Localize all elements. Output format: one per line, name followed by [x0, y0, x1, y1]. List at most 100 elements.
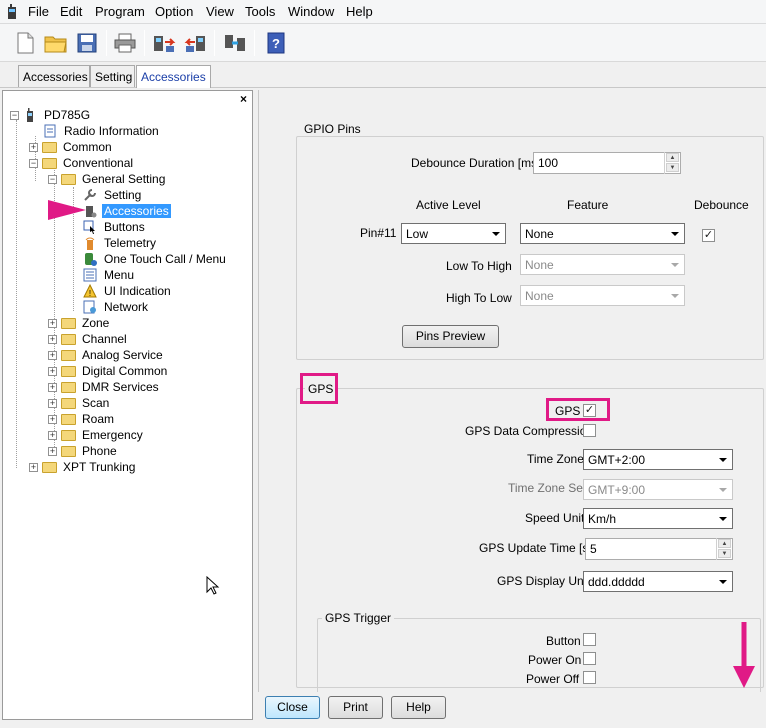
tree-label: Phone — [82, 444, 117, 458]
time-zone-set-select[interactable]: GMT+9:00 — [583, 479, 733, 500]
expand-icon[interactable]: + — [48, 430, 57, 440]
tab-accessories-active[interactable]: Accessories — [136, 65, 211, 88]
expand-icon[interactable]: + — [48, 414, 57, 424]
help-dialog-button[interactable]: Help — [391, 696, 446, 719]
tree-item-accessories[interactable]: Accessories — [82, 203, 171, 219]
menu-option[interactable]: Option — [155, 4, 193, 19]
gps-display-unit-value: ddd.ddddd — [588, 575, 645, 589]
tree-item-root[interactable]: − PD785G — [10, 107, 92, 123]
trigger-power-on-checkbox[interactable] — [583, 652, 596, 665]
phone-call-icon — [82, 252, 98, 266]
low-to-high-value: None — [525, 258, 554, 272]
open-button[interactable] — [41, 28, 71, 58]
tree-item-scan[interactable]: + Scan — [48, 395, 111, 411]
collapse-icon[interactable]: − — [29, 158, 38, 168]
tree-item-xpt-trunking[interactable]: + XPT Trunking — [29, 459, 137, 475]
collapse-icon[interactable]: − — [48, 174, 57, 184]
save-button[interactable] — [72, 28, 102, 58]
debounce-duration-input[interactable]: 100 — [533, 152, 681, 174]
read-radio-button[interactable] — [149, 28, 179, 58]
tree-close-icon[interactable]: × — [240, 92, 247, 106]
debounce-checkbox[interactable]: ✓ — [702, 229, 715, 242]
active-level-select[interactable]: Low — [401, 223, 506, 244]
pin11-label: Pin#11 — [360, 226, 397, 240]
tree-item-roam[interactable]: + Roam — [48, 411, 116, 427]
tree-item-buttons[interactable]: Buttons — [82, 219, 147, 235]
gps-compression-checkbox[interactable] — [583, 424, 596, 437]
close-button[interactable]: Close — [265, 696, 320, 719]
expand-icon[interactable]: + — [48, 366, 57, 376]
help-button[interactable]: ? — [261, 28, 291, 58]
menu-program[interactable]: Program — [95, 4, 145, 19]
tree-item-common[interactable]: + Common — [29, 139, 114, 155]
new-button[interactable] — [10, 28, 40, 58]
menu-tools[interactable]: Tools — [245, 4, 275, 19]
tree-item-radio-information[interactable]: Radio Information — [42, 123, 161, 139]
menu-window[interactable]: Window — [288, 4, 334, 19]
expand-icon[interactable]: + — [29, 142, 38, 152]
gps-compression-label: GPS Data Compression — [465, 424, 594, 438]
tab-accessories-1[interactable]: Accessories — [18, 65, 90, 87]
gps-display-unit-select[interactable]: ddd.ddddd — [583, 571, 733, 592]
pins-preview-button[interactable]: Pins Preview — [402, 325, 499, 348]
tree-item-zone[interactable]: + Zone — [48, 315, 111, 331]
trigger-power-on-label: Power On — [528, 653, 582, 667]
tree-item-network[interactable]: Network — [82, 299, 150, 315]
menu-view[interactable]: View — [206, 4, 234, 19]
tree-label: Setting — [104, 188, 142, 202]
spin-down-icon[interactable]: ▼ — [718, 549, 731, 558]
time-zone-select[interactable]: GMT+2:00 — [583, 449, 733, 470]
tree-item-conventional[interactable]: − Conventional — [29, 155, 135, 171]
print-button[interactable]: Print — [328, 696, 383, 719]
clone-button[interactable] — [220, 28, 250, 58]
tree-label: Scan — [82, 396, 110, 410]
debounce-spinner[interactable]: ▲ ▼ — [664, 152, 680, 174]
mouse-cursor-icon — [206, 576, 220, 595]
menu-edit[interactable]: Edit — [60, 4, 82, 19]
speed-unit-select[interactable]: Km/h — [583, 508, 733, 529]
tree-item-emergency[interactable]: + Emergency — [48, 427, 145, 443]
tree-item-menu[interactable]: Menu — [82, 267, 136, 283]
expand-icon[interactable]: + — [48, 398, 57, 408]
spin-down-icon[interactable]: ▼ — [666, 163, 679, 172]
spin-up-icon[interactable]: ▲ — [666, 153, 679, 162]
trigger-button-checkbox[interactable] — [583, 633, 596, 646]
menu-file[interactable]: File — [28, 4, 49, 19]
document-tabs: Accessories Setting Accessories — [0, 62, 766, 88]
collapse-icon[interactable]: − — [10, 110, 19, 120]
high-to-low-select[interactable]: None — [520, 285, 685, 306]
tab-setting[interactable]: Setting — [90, 65, 135, 87]
tree-item-phone[interactable]: + Phone — [48, 443, 119, 459]
clone-icon — [225, 35, 245, 51]
tree-item-general-setting[interactable]: − General Setting — [48, 171, 167, 187]
expand-icon[interactable]: + — [48, 382, 57, 392]
write-radio-button[interactable] — [181, 28, 211, 58]
low-to-high-select[interactable]: None — [520, 254, 685, 275]
dropdown-arrow-icon — [719, 517, 727, 521]
gpio-group-title: GPIO Pins — [301, 122, 364, 136]
high-to-low-label: High To Low — [446, 291, 512, 305]
tree-item-channel[interactable]: + Channel — [48, 331, 129, 347]
tree-item-dmr-services[interactable]: + DMR Services — [48, 379, 161, 395]
expand-icon[interactable]: + — [48, 334, 57, 344]
tree-item-analog-service[interactable]: + Analog Service — [48, 347, 165, 363]
expand-icon[interactable]: + — [48, 446, 57, 456]
expand-icon[interactable]: + — [48, 350, 57, 360]
tree-item-telemetry[interactable]: Telemetry — [82, 235, 158, 251]
gps-update-time-input[interactable]: 5 — [585, 538, 733, 560]
spin-up-icon[interactable]: ▲ — [718, 539, 731, 548]
feature-select[interactable]: None — [520, 223, 685, 244]
expand-icon[interactable]: + — [29, 462, 38, 472]
menu-help[interactable]: Help — [346, 4, 373, 19]
tree-label: Buttons — [104, 220, 145, 234]
tree-label: Channel — [82, 332, 127, 346]
speed-unit-label: Speed Unit — [525, 511, 585, 525]
tree-item-ui-indication[interactable]: ! UI Indication — [82, 283, 173, 299]
expand-icon[interactable]: + — [48, 318, 57, 328]
tree-item-setting[interactable]: Setting — [82, 187, 143, 203]
trigger-power-off-checkbox[interactable] — [583, 671, 596, 684]
tree-item-one-touch-call[interactable]: One Touch Call / Menu — [82, 251, 228, 267]
gps-update-time-spinner[interactable]: ▲ ▼ — [716, 538, 732, 560]
print-button[interactable] — [110, 28, 140, 58]
tree-item-digital-common[interactable]: + Digital Common — [48, 363, 169, 379]
